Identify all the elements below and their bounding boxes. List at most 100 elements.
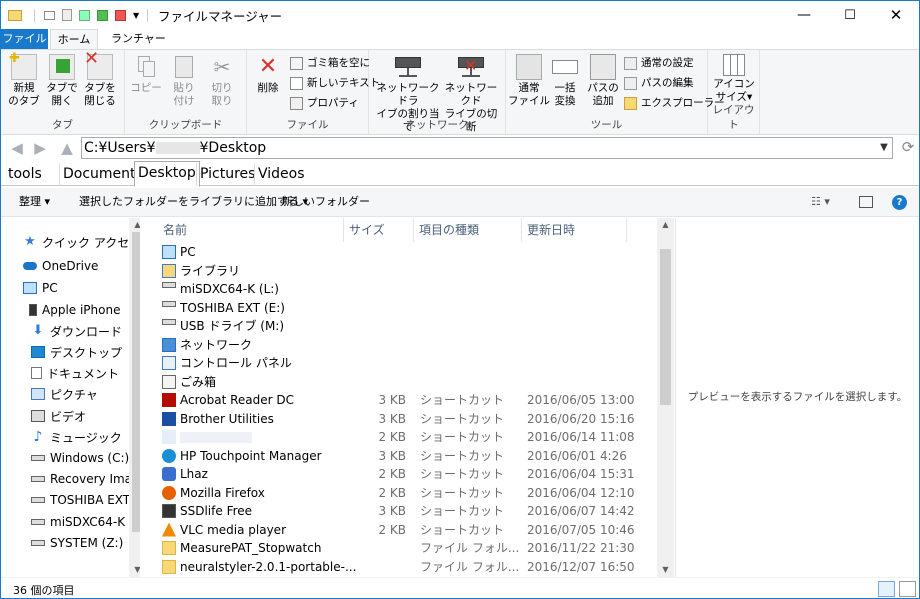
tab-file[interactable]: ファイル — [1, 29, 48, 49]
file-row[interactable]: TOSHIBA EXT (E:) — [158, 299, 658, 317]
nav-item[interactable]: OneDrive — [23, 256, 98, 276]
organize-button[interactable]: 整理 ▾ — [19, 195, 50, 209]
file-row[interactable]: Mozilla Firefox 2 KB ショートカット 2016/06/04 12:… — [158, 484, 658, 502]
file-row[interactable]: Lhaz 2 KB ショートカット 2016/06/04 15:31 — [158, 465, 658, 483]
nav-scroll-down-icon[interactable]: ▼ — [129, 563, 140, 577]
add-to-library-button[interactable]: 選択したフォルダーをライブラリに追加する ▾ — [79, 195, 308, 209]
column-date-header[interactable]: 更新日時 — [522, 218, 627, 242]
folder-tab-videos[interactable]: Videos — [254, 163, 308, 186]
file-scroll-up-icon[interactable]: ▲ — [657, 218, 674, 232]
file-scroll-thumb[interactable] — [660, 249, 671, 405]
file-row[interactable]: SSDlife Free 3 KB ショートカット 2016/06/07 14:42 — [158, 502, 658, 520]
file-row[interactable]: PC — [158, 243, 658, 261]
nav-item[interactable]: ♪ ミュージック — [31, 427, 122, 447]
window-title: ファイルマネージャー — [158, 9, 283, 24]
nav-item[interactable]: ピクチャ — [31, 384, 98, 404]
file-row[interactable]: Acrobat Reader DC 3 KB ショートカット 2016/06/05 1… — [158, 391, 658, 409]
file-row[interactable]: Brother Utilities 3 KB ショートカット 2016/06/20 1… — [158, 410, 658, 428]
file-name: MeasurePAT_Stopwatch — [180, 541, 322, 555]
firefox-icon — [162, 485, 176, 500]
nav-item[interactable]: ビデオ — [31, 406, 86, 426]
nav-item[interactable]: Recovery Imag — [31, 469, 140, 489]
folder-tab-tools[interactable]: tools — [5, 163, 45, 186]
cut-button[interactable]: ✂ 切り 取り — [201, 54, 243, 108]
delete-button[interactable]: ✕ 削除 — [247, 54, 289, 95]
file-row[interactable]: HP Touchpoint Manager 3 KB ショートカット 2016/06/… — [158, 447, 658, 465]
icon-size-button[interactable]: アイコン サイズ▾ — [711, 54, 757, 104]
address-input[interactable]: C:¥Users¥ ¥Desktop — [81, 137, 893, 159]
nav-item-label: ダウンロード — [50, 324, 123, 339]
close-button[interactable]: ✕ — [873, 1, 919, 29]
nav-item[interactable]: SYSTEM (Z:) — [31, 533, 123, 553]
nav-item[interactable]: Windows (C:) — [31, 448, 129, 468]
copy-button[interactable]: コピー — [125, 54, 167, 95]
up-arrow-icon[interactable]: ▲ — [57, 139, 77, 157]
customize-qa-icon[interactable]: ▼ — [133, 11, 139, 20]
nav-item[interactable]: ドキュメント — [31, 363, 119, 383]
edit-path-button[interactable]: パスの編集 — [624, 74, 694, 92]
quick-access-toolbar: ▼ — [8, 7, 149, 23]
nav-scroll-thumb[interactable] — [132, 232, 140, 532]
nav-item[interactable]: TOSHIBA EXT ( — [31, 490, 139, 510]
paste-button[interactable]: 貼り 付け — [163, 54, 205, 108]
refresh-icon[interactable]: ⟳ — [899, 138, 917, 158]
file-scrollbar[interactable]: ▲ ▼ — [657, 218, 674, 577]
file-row[interactable]: ネットワーク — [158, 336, 658, 354]
nav-scrollbar[interactable]: ▲ ▼ — [129, 218, 140, 577]
address-dropdown-icon[interactable]: ▼ — [876, 138, 892, 158]
view-options-icon[interactable]: ☷ ▾ — [811, 195, 830, 209]
column-name-header[interactable]: 名前 — [158, 218, 344, 242]
column-size-header[interactable]: サイズ — [344, 218, 414, 242]
file-row[interactable]: neuralstyler-2.0.1-portable-... ファイル フォル.… — [158, 558, 658, 576]
scissors-icon: ✂ — [213, 55, 231, 79]
minimize-button[interactable]: — — [781, 1, 827, 29]
file-row[interactable]: USB ドライブ (M:) — [158, 317, 658, 335]
nav-item[interactable]: PC — [23, 278, 58, 298]
tab-launcher[interactable]: ランチャー — [102, 29, 175, 49]
file-name: PC — [180, 245, 196, 259]
large-icons-view-icon[interactable] — [899, 581, 916, 597]
file-row[interactable]: VLC media player 2 KB ショートカット 2016/07/05 10… — [158, 521, 658, 539]
preview-pane-icon[interactable] — [859, 196, 873, 208]
nav-item[interactable]: ★ クイック アクセス — [23, 232, 140, 252]
details-view-icon[interactable] — [878, 581, 895, 597]
file-scroll-down-icon[interactable]: ▼ — [657, 563, 674, 577]
file-row[interactable]: ライブラリ — [158, 262, 658, 280]
new-tab-qa-icon[interactable] — [79, 9, 90, 21]
file-row[interactable]: 2 KB ショートカット 2016/06/14 11:08 — [158, 428, 658, 446]
column-type-header[interactable]: 項目の種類 — [414, 218, 522, 242]
open-tab-qa-icon[interactable] — [97, 9, 108, 21]
file-row[interactable]: コントロール パネル — [158, 354, 658, 372]
nav-item[interactable]: miSDXC64-K (L — [31, 512, 140, 532]
new-tab-button[interactable]: ✚ 新規 のタブ — [3, 52, 45, 108]
forward-arrow-icon[interactable]: ▶ — [30, 139, 50, 157]
maximize-button[interactable]: ☐ — [827, 1, 873, 29]
open-tab-button[interactable]: タブで 開く — [41, 54, 83, 108]
bulk-rename-button[interactable]: 一括 変換 — [544, 54, 586, 108]
nav-item[interactable]: Apple iPhone — [29, 300, 120, 320]
file-name: Lhaz — [180, 467, 208, 481]
close-tab-qa-icon[interactable] — [115, 9, 126, 21]
nav-item[interactable]: ⬇ ダウンロード — [31, 321, 122, 341]
file-row[interactable]: ごみ箱 — [158, 373, 658, 391]
close-tab-button[interactable]: ✕ タブを 閉じる — [79, 50, 121, 108]
add-path-button[interactable]: パスの 追加 — [582, 54, 624, 108]
back-arrow-icon[interactable]: ◀ — [7, 139, 27, 157]
tab-home[interactable]: ホーム — [50, 29, 98, 50]
new-folder-qa-icon[interactable] — [62, 9, 72, 21]
properties-button[interactable]: プロパティ — [290, 94, 359, 112]
file-row[interactable]: miSDXC64-K (L:) — [158, 280, 658, 298]
nav-item[interactable]: デスクトップ — [31, 342, 122, 362]
file-date: 2016/06/07 14:42 — [527, 504, 635, 518]
empty-trash-button[interactable]: ゴミ箱を空に — [290, 54, 370, 72]
folder-tab-desktop[interactable]: Desktop — [134, 161, 200, 187]
file-row[interactable]: MeasurePAT_Stopwatch ファイル フォル... 2016/11/2… — [158, 539, 658, 557]
nav-scroll-up-icon[interactable]: ▲ — [129, 218, 140, 232]
new-folder-button[interactable]: 新しいフォルダー — [282, 195, 370, 209]
folder-tab-pictures[interactable]: Pictures — [196, 163, 258, 186]
common-settings-button[interactable]: 通常の設定 — [624, 54, 694, 72]
new-text-button[interactable]: 新しいテキスト — [290, 74, 380, 92]
help-icon[interactable]: ? — [892, 195, 907, 210]
properties-qa-icon[interactable] — [44, 10, 55, 20]
folder-tab-documents[interactable]: Documents — [59, 163, 146, 186]
